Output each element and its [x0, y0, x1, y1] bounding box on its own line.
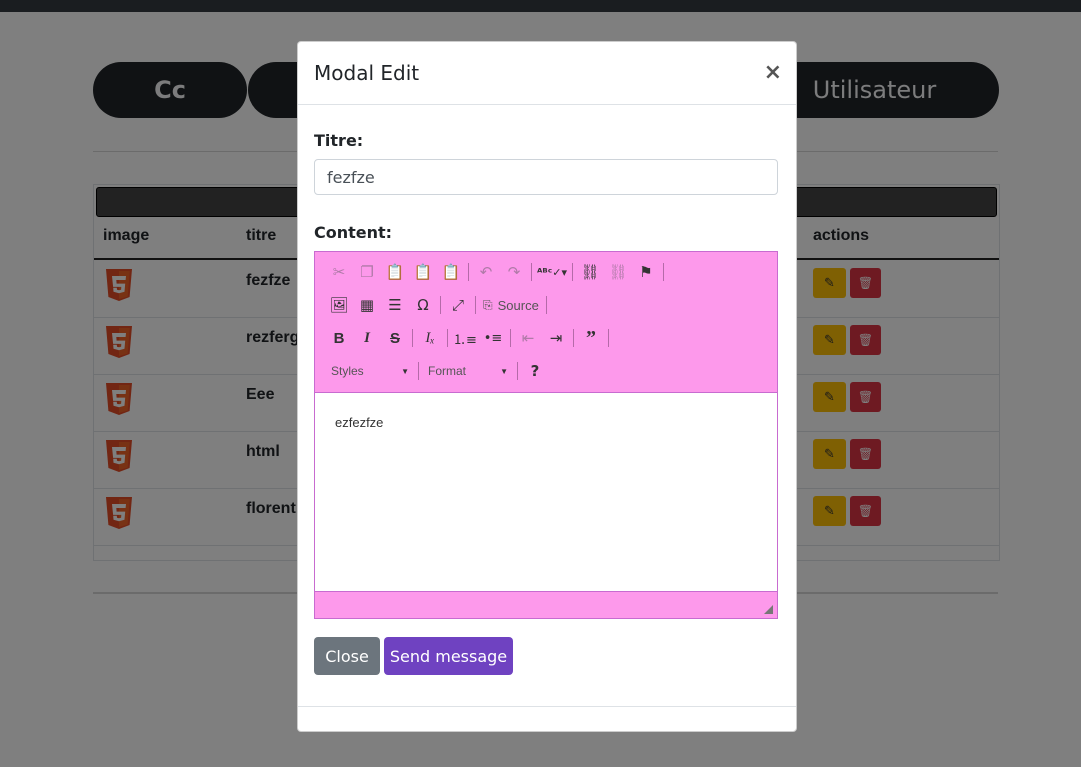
- numbered-list-icon[interactable]: ⒈≡: [451, 325, 479, 351]
- indent-icon[interactable]: ⇥: [542, 325, 570, 351]
- send-message-button[interactable]: Send message: [384, 637, 513, 675]
- toolbar-separator: [573, 329, 574, 347]
- source-button[interactable]: ⎘ Source: [479, 298, 543, 313]
- content-label: Content:: [314, 223, 393, 242]
- maximize-icon[interactable]: ⤢: [444, 292, 472, 318]
- source-label: Source: [497, 297, 539, 313]
- toolbar-separator: [545, 296, 547, 314]
- toolbar-row-clipboard: ✂ ❐ 📋 📋 📋 ↶ ↷ ᴬᴮᶜ✓▾ ⛓ ⛓ ⚑: [325, 259, 667, 285]
- copy-icon[interactable]: ❐: [353, 259, 381, 285]
- toolbar-separator: [418, 362, 419, 380]
- paste-text-icon[interactable]: 📋: [409, 259, 437, 285]
- format-label: Format: [428, 364, 467, 378]
- cut-icon[interactable]: ✂: [325, 259, 353, 285]
- help-icon[interactable]: ?: [521, 358, 549, 384]
- special-char-icon[interactable]: Ω: [409, 292, 437, 318]
- chevron-down-icon: ▼: [500, 366, 508, 376]
- toolbar-separator: [440, 296, 441, 314]
- rich-text-editor: ✂ ❐ 📋 📋 📋 ↶ ↷ ᴬᴮᶜ✓▾ ⛓ ⛓ ⚑ 🖼 ▦ ☰ Ω ⤢ ⎘ So…: [314, 251, 778, 619]
- bulleted-list-icon[interactable]: •≡: [479, 325, 507, 351]
- toolbar-separator: [447, 329, 448, 347]
- unlink-icon[interactable]: ⛓: [604, 259, 632, 285]
- chevron-down-icon: ▼: [401, 366, 409, 376]
- toolbar-separator: [517, 362, 518, 380]
- styles-dropdown[interactable]: Styles ▼: [325, 360, 415, 382]
- edit-modal: Modal Edit × Titre: Content: ✂ ❐ 📋 📋 📋 ↶…: [297, 41, 797, 732]
- modal-footer-divider: [298, 706, 796, 707]
- paste-word-icon[interactable]: 📋: [437, 259, 465, 285]
- link-icon[interactable]: ⛓: [576, 259, 604, 285]
- titre-input[interactable]: [314, 159, 778, 195]
- horizontal-rule-icon[interactable]: ☰: [381, 292, 409, 318]
- remove-format-icon[interactable]: Iₓ: [416, 325, 444, 351]
- titre-label: Titre:: [314, 131, 364, 150]
- toolbar-separator: [663, 263, 664, 281]
- editor-bottom-bar: [315, 591, 777, 618]
- modal-title: Modal Edit: [314, 61, 420, 85]
- strike-icon[interactable]: S: [381, 325, 409, 351]
- toolbar-separator: [572, 263, 573, 281]
- outdent-icon[interactable]: ⇤: [514, 325, 542, 351]
- toolbar-row-format: B I S Iₓ ⒈≡ •≡ ⇤ ⇥ ”: [325, 325, 612, 351]
- styles-label: Styles: [331, 364, 364, 378]
- close-button[interactable]: Close: [314, 637, 380, 675]
- editor-toolbar: ✂ ❐ 📋 📋 📋 ↶ ↷ ᴬᴮᶜ✓▾ ⛓ ⛓ ⚑ 🖼 ▦ ☰ Ω ⤢ ⎘ So…: [315, 252, 777, 393]
- image-icon[interactable]: 🖼: [325, 292, 353, 318]
- toolbar-separator: [468, 263, 469, 281]
- anchor-flag-icon[interactable]: ⚑: [632, 259, 660, 285]
- editor-content[interactable]: ezfezfze: [315, 393, 777, 593]
- toolbar-row-styles: Styles ▼ Format ▼ ?: [325, 358, 549, 384]
- source-icon: ⎘: [483, 297, 493, 312]
- resize-handle-icon[interactable]: [764, 605, 773, 614]
- toolbar-separator: [531, 263, 532, 281]
- toolbar-row-insert: 🖼 ▦ ☰ Ω ⤢ ⎘ Source: [325, 292, 550, 318]
- close-icon[interactable]: ×: [764, 60, 782, 85]
- italic-icon[interactable]: I: [353, 325, 381, 351]
- paste-icon[interactable]: 📋: [381, 259, 409, 285]
- undo-icon[interactable]: ↶: [472, 259, 500, 285]
- toolbar-separator: [475, 296, 476, 314]
- bold-icon[interactable]: B: [325, 325, 353, 351]
- toolbar-separator: [608, 329, 609, 347]
- modal-header: Modal Edit ×: [298, 42, 796, 105]
- toolbar-separator: [510, 329, 511, 347]
- toolbar-separator: [412, 329, 413, 347]
- blockquote-icon[interactable]: ”: [577, 325, 605, 351]
- spellcheck-icon[interactable]: ᴬᴮᶜ✓▾: [535, 259, 569, 285]
- format-dropdown[interactable]: Format ▼: [422, 360, 514, 382]
- editor-text: ezfezfze: [335, 415, 384, 430]
- table-icon[interactable]: ▦: [353, 292, 381, 318]
- redo-icon[interactable]: ↷: [500, 259, 528, 285]
